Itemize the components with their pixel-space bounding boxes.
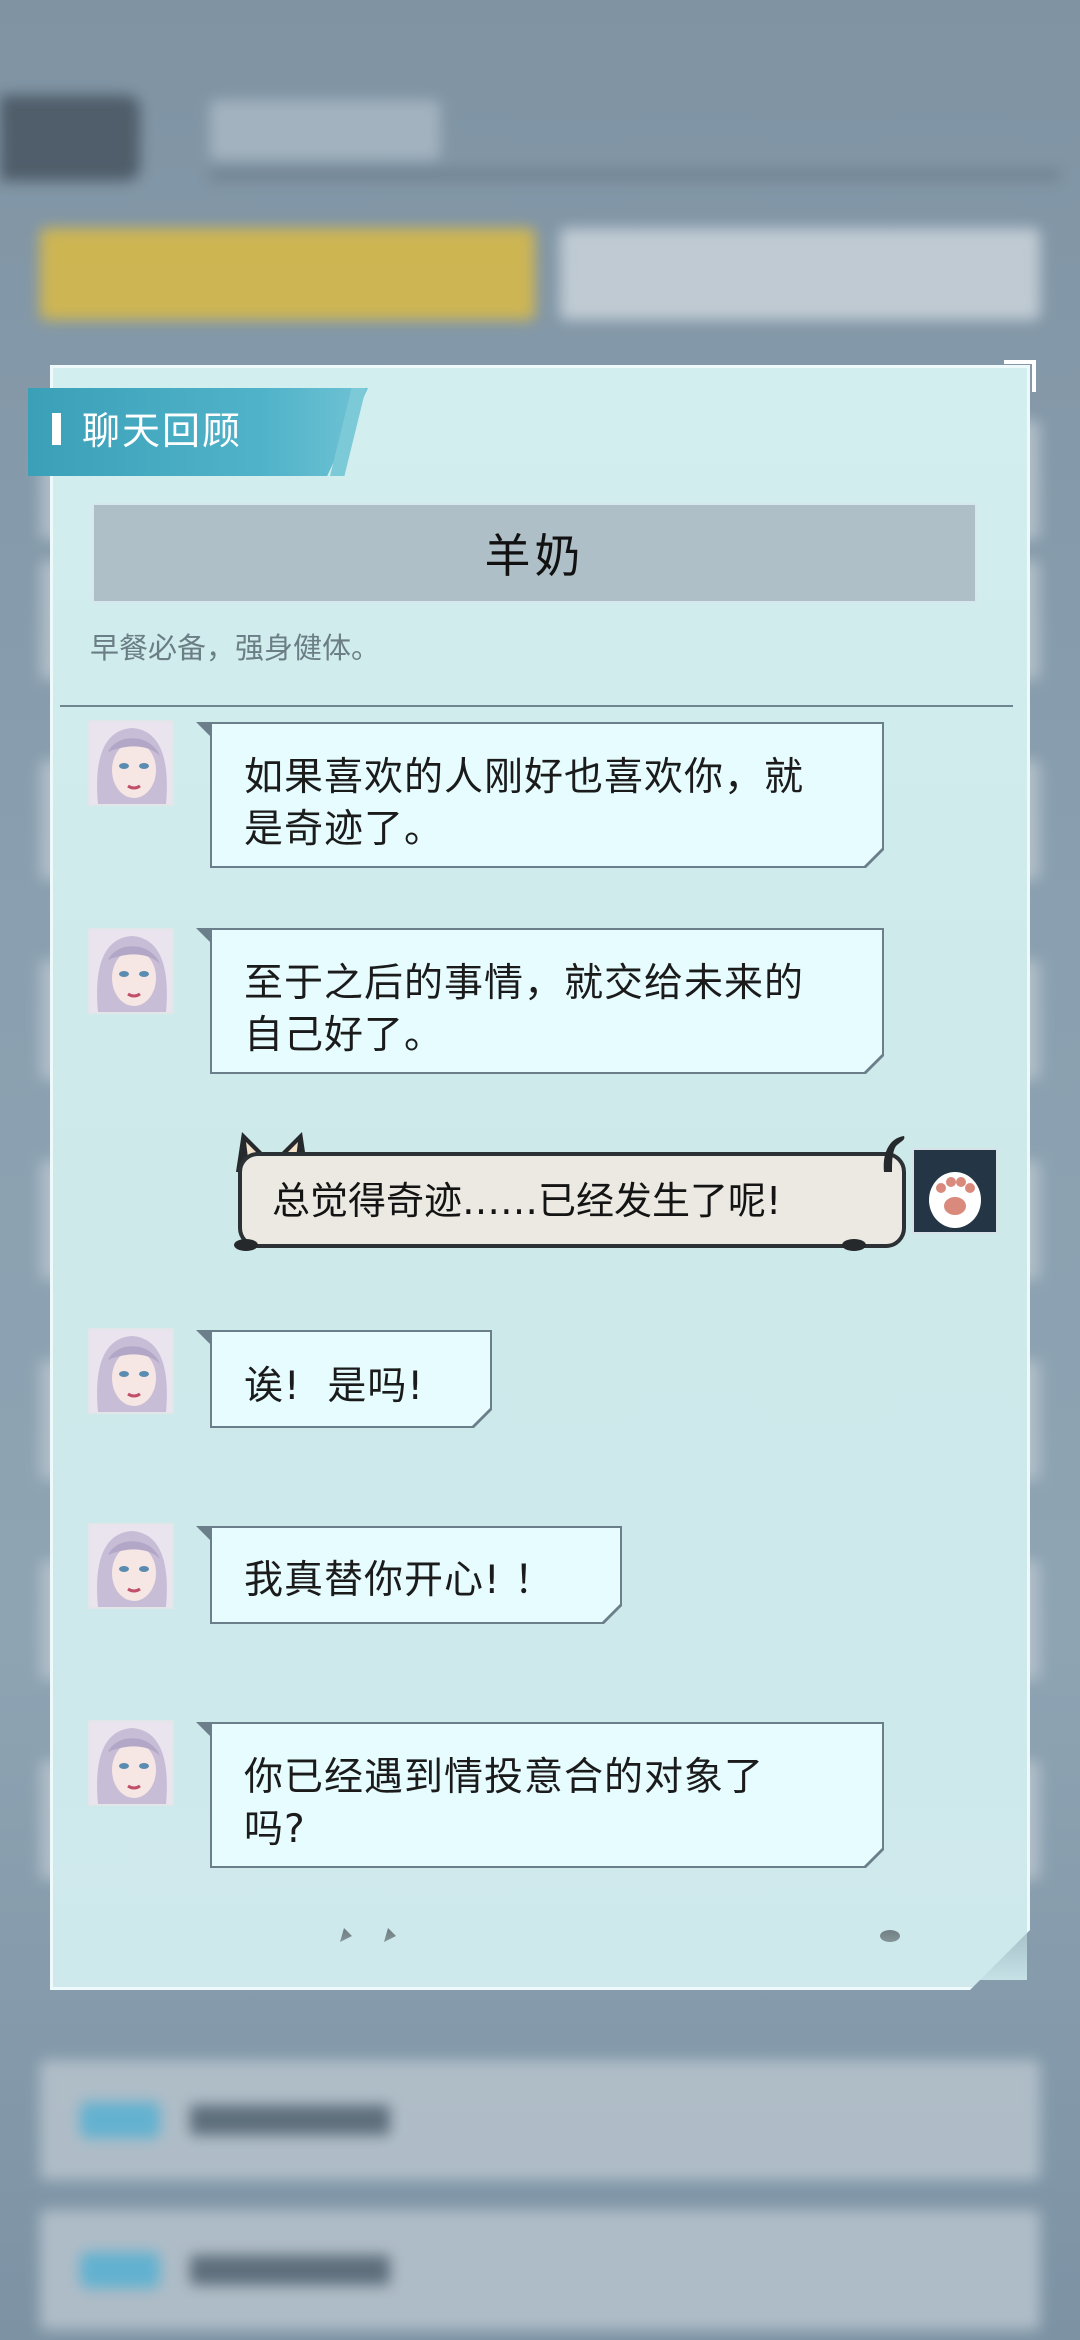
bg-page-title: [210, 100, 440, 160]
silver-haired-girl-icon: [90, 722, 172, 804]
silver-haired-girl-icon: [90, 1525, 172, 1607]
panel-divider: [60, 705, 1013, 707]
player-avatar: [912, 1148, 998, 1234]
panel-header-accent: [52, 413, 61, 445]
bg-title-underline: [210, 170, 1060, 180]
item-name-box: 羊奶: [92, 503, 977, 603]
bg-list-row: [40, 2210, 1040, 2330]
npc-avatar: [88, 928, 174, 1014]
message-line: 自己好了。: [244, 1013, 445, 1058]
message-line: 如果喜欢的人刚好也喜欢你，就: [244, 755, 805, 800]
bg-tab-active: [40, 228, 535, 320]
item-name: 羊奶: [484, 529, 585, 583]
bubble-tail: [196, 1526, 212, 1542]
message-line: 诶! 是吗!: [244, 1364, 425, 1409]
bubble-tail: [196, 1722, 212, 1738]
message-line: 至于之后的事情，就交给未来的: [244, 961, 805, 1006]
silver-haired-girl-icon: [90, 930, 172, 1012]
silver-haired-girl-icon: [90, 1722, 172, 1804]
scroll-fade: [53, 1880, 1027, 1980]
message-line: 我真替你开心! ！: [244, 1558, 555, 1603]
panel-title: 聊天回顾: [82, 409, 243, 453]
npc-avatar: [88, 1523, 174, 1609]
message-line: 你已经遇到情投意合的对象了: [244, 1755, 765, 1800]
cat-paw-icon: [914, 1150, 996, 1232]
npc-avatar: [88, 1328, 174, 1414]
silver-haired-girl-icon: [90, 1330, 172, 1412]
bg-list-row: [40, 2060, 1040, 2180]
npc-avatar: [88, 720, 174, 806]
cat-paws-decoration: [234, 1239, 866, 1251]
bg-back-button: [0, 95, 140, 181]
bubble-tail: [196, 722, 212, 738]
npc-avatar: [88, 1720, 174, 1806]
bg-tab-inactive: [560, 228, 1040, 320]
message-line: 是奇迹了。: [244, 807, 445, 852]
item-description: 早餐必备，强身健体。: [90, 631, 381, 665]
message-line: 吗?: [244, 1807, 306, 1852]
bubble-tail: [196, 928, 212, 944]
cat-tail-icon: [883, 1136, 905, 1172]
bubble-tail: [196, 1330, 212, 1346]
message-line: 总觉得奇迹……已经发生了呢!: [272, 1179, 782, 1223]
panel-corner-mark: [1004, 360, 1036, 392]
